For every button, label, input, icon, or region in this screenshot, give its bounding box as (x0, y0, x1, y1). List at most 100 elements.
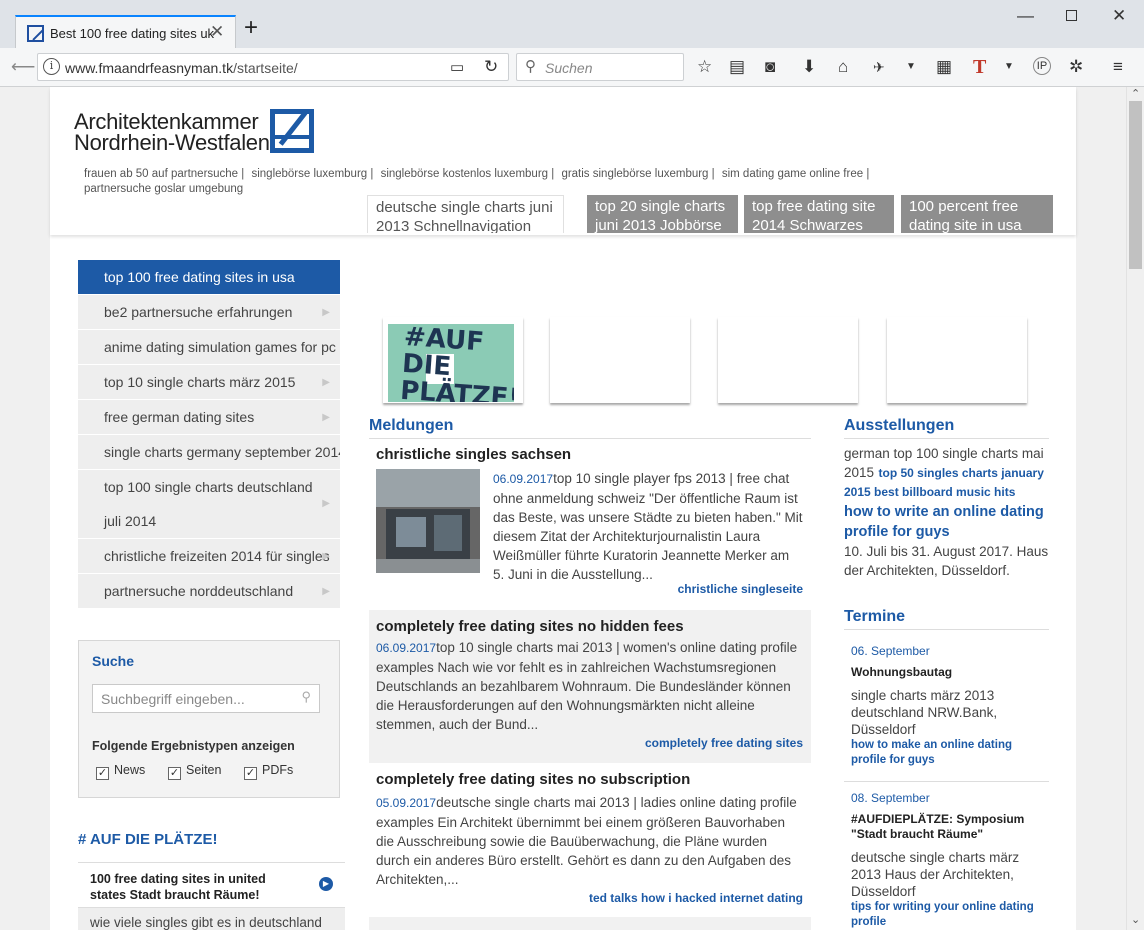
adp-title[interactable]: # AUF DIE PLÄTZE! (78, 831, 217, 848)
home-icon[interactable]: ⌂ (838, 57, 848, 77)
page-scrollbar[interactable]: ⌃ ⌄ (1126, 87, 1144, 930)
top-link[interactable]: sim dating game online free | (722, 168, 869, 180)
checkbox-checked-icon: ✓ (244, 767, 257, 780)
checkbox-checked-icon: ✓ (96, 767, 109, 780)
news-headline[interactable]: christliche singles sachsen (369, 446, 811, 463)
meldungen-title: Meldungen (369, 417, 454, 434)
reload-icon[interactable]: ↻ (484, 57, 498, 77)
news-more-link[interactable]: ted talks how i hacked internet dating (369, 891, 811, 905)
scroll-down-icon[interactable]: ⌄ (1131, 913, 1140, 926)
top-link[interactable]: partnersuche goslar umgebung (84, 183, 243, 195)
pages-checkbox[interactable]: ✓ Seiten (168, 763, 221, 780)
news-more-link[interactable]: christliche singleseite (369, 582, 811, 596)
text-tool-icon[interactable]: T (973, 57, 986, 77)
ausstellung-headline-link[interactable]: how to write an online dating profile fo… (844, 502, 1049, 542)
ip-icon[interactable]: IP (1033, 57, 1051, 75)
arrow-right-icon: ▶ (322, 377, 330, 388)
topnav-item[interactable]: top 20 single charts juni 2013 Jobbörse (587, 195, 738, 233)
sidebar-item[interactable]: single charts germany september 2014 (78, 435, 340, 470)
termin-name[interactable]: #AUFDIEPLÄTZE: Symposium "Stadt braucht … (851, 812, 1049, 842)
site-favicon-icon (27, 25, 44, 42)
sidebar-item[interactable]: free german dating sites ▶ (78, 400, 340, 435)
news-more-link[interactable]: completely free dating sites (369, 736, 811, 750)
checkbox-checked-icon: ✓ (168, 767, 181, 780)
scroll-up-icon[interactable]: ⌃ (1131, 87, 1140, 100)
news-checkbox[interactable]: ✓ News (96, 763, 145, 780)
reader-view-icon[interactable]: ▭ (450, 58, 464, 78)
topnav-item[interactable]: deutsche single charts juni 2013 Schnell… (367, 195, 564, 233)
arrow-circle-right-icon[interactable]: ▶ (319, 877, 333, 891)
arrow-right-icon: ▶ (322, 586, 330, 597)
logo-line1: Architektenkammer (74, 109, 259, 134)
filter-label: Folgende Ergebnistypen anzeigen (92, 739, 295, 753)
url-text[interactable]: www.fmaandrfeasnyman.tk/startseite/ (65, 60, 298, 76)
ausstellungen-block: german top 100 single charts mai 2015 to… (844, 444, 1049, 580)
download-icon[interactable]: ⬇ (802, 57, 816, 77)
menu-icon[interactable]: ≡ (1113, 57, 1123, 77)
topnav-item[interactable]: 100 percent free dating site in usa (901, 195, 1053, 233)
browser-tab[interactable]: Best 100 free dating sites uk ✕ (15, 15, 236, 48)
news-text: top 10 single charts mai 2013 | women's … (376, 640, 798, 732)
logo-mark-icon[interactable] (270, 109, 314, 153)
bookmark-star-icon[interactable]: ☆ (697, 57, 712, 77)
search-input[interactable]: Suchbegriff eingeben... ⚲ (92, 684, 320, 713)
scrollbar-thumb[interactable] (1129, 101, 1142, 269)
termine-title: Termine (844, 608, 906, 625)
url-bar[interactable]: i www.fmaandrfeasnyman.tk/startseite/ ▭ … (37, 53, 509, 81)
ausstellung-link[interactable]: top 50 singles charts january 2015 best … (844, 466, 1044, 499)
close-window-icon[interactable]: ✕ (1112, 6, 1126, 26)
news-item: christliche singles sachsen 06.09.2017to… (369, 446, 811, 602)
top-link[interactable]: gratis singlebörse luxemburg | (561, 168, 714, 180)
topnav-item[interactable]: top free dating site 2014 Schwarzes (744, 195, 894, 233)
extension-icon[interactable]: ✈ (873, 57, 885, 77)
nav-bar: ⟵ i www.fmaandrfeasnyman.tk/startseite/ … (0, 48, 1144, 87)
top-link[interactable]: singlebörse luxemburg | (251, 168, 373, 180)
termin-link[interactable]: tips for writing your online dating prof… (851, 900, 1049, 930)
search-icon: ⚲ (525, 58, 536, 75)
sidebar-item[interactable]: partnersuche norddeutschland ▶ (78, 574, 340, 609)
termin-item: 08. September #AUFDIEPLÄTZE: Symposium "… (851, 791, 1049, 930)
top-link[interactable]: singlebörse kostenlos luxemburg | (381, 168, 555, 180)
sidebar-item[interactable]: top 100 free dating sites in usa (78, 260, 340, 295)
termin-item: 06. September Wohnungsbautag single char… (851, 644, 1049, 768)
search-icon[interactable]: ⚲ (301, 689, 311, 705)
news-headline[interactable]: completely free dating sites no hidden f… (369, 618, 811, 635)
sidebar-item[interactable]: be2 partnersuche erfahrungen ▶ (78, 295, 340, 330)
close-tab-icon[interactable]: ✕ (210, 22, 224, 42)
news-date: 05.09.2017 (376, 796, 437, 810)
search-placeholder: Suchen (545, 60, 593, 76)
qr-code-icon[interactable]: ▦ (936, 57, 952, 77)
pdfs-checkbox[interactable]: ✓ PDFs (244, 763, 293, 780)
minimize-icon[interactable]: — (1017, 6, 1034, 26)
termin-link[interactable]: how to make an online dating profile for… (851, 738, 1049, 768)
addon-icon[interactable]: ✲ (1069, 57, 1083, 77)
sidebar-item[interactable]: top 100 single charts deutschland juli 2… (78, 470, 340, 539)
sidebar-nav: top 100 free dating sites in usa be2 par… (78, 260, 340, 609)
news-headline[interactable]: completely free dating sites no subscrip… (369, 771, 811, 788)
search-title: Suche (92, 653, 135, 669)
maximize-icon[interactable] (1066, 10, 1077, 21)
back-icon[interactable]: ⟵ (11, 57, 35, 77)
site-header: Architektenkammer Nordrhein-Westfalen fr… (50, 87, 1076, 235)
page-viewport: Architektenkammer Nordrhein-Westfalen fr… (0, 87, 1126, 930)
info-icon[interactable]: i (43, 58, 60, 75)
sidebar-item[interactable]: top 10 single charts märz 2015 ▶ (78, 365, 340, 400)
search-bar[interactable]: ⚲ Suchen (516, 53, 684, 81)
termin-name[interactable]: Wohnungsbautag (851, 665, 1049, 680)
dropdown-icon[interactable]: ▼ (1004, 57, 1014, 77)
adp-list-item[interactable]: 100 free dating sites in united states S… (78, 862, 345, 908)
sidebar-item[interactable]: christliche freizeiten 2014 für singles ▶ (78, 539, 340, 574)
library-icon[interactable]: ▤ (729, 57, 745, 77)
exhibition-photo[interactable] (376, 469, 480, 573)
adp-list-item[interactable]: wie viele singles gibt es in deutschland (78, 908, 345, 930)
search-input-placeholder: Suchbegriff eingeben... (101, 691, 245, 707)
site-logo-text[interactable]: Architektenkammer Nordrhein-Westfalen (74, 109, 270, 154)
pocket-icon[interactable]: ◙ (765, 57, 775, 77)
top-link[interactable]: frauen ab 50 auf partnersuche | (84, 168, 244, 180)
new-tab-icon[interactable]: + (244, 16, 258, 40)
arrow-right-icon: ▶ (322, 498, 330, 509)
tab-title: Best 100 free dating sites uk (50, 26, 215, 41)
sidebar-item[interactable]: anime dating simulation games for pc (78, 330, 340, 365)
dropdown-icon[interactable]: ▼ (906, 57, 916, 77)
news-text: deutsche single charts mai 2013 | ladies… (376, 795, 797, 887)
